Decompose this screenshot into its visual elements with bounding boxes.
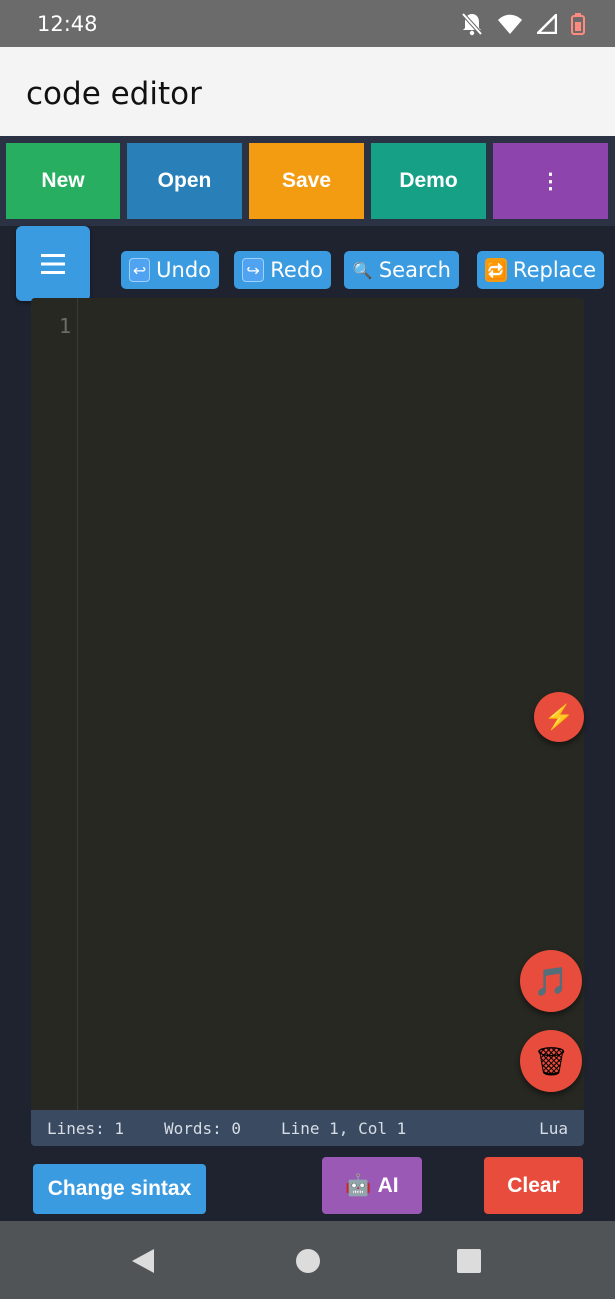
save-button[interactable]: Save [249, 143, 364, 219]
lines-count: Lines: 1 [47, 1119, 125, 1138]
notifications-off-icon [461, 12, 483, 36]
ai-button[interactable]: 🤖 AI [322, 1157, 422, 1214]
back-icon[interactable] [130, 1247, 156, 1275]
battery-icon [571, 13, 585, 35]
demo-button[interactable]: Demo [371, 143, 486, 219]
redo-label: Redo [270, 258, 323, 282]
language-label: Lua [539, 1119, 568, 1138]
redo-button[interactable]: ↪ Redo [234, 251, 331, 289]
undo-label: Undo [156, 258, 211, 282]
status-bar: 12:48 [0, 0, 615, 47]
status-icons [461, 12, 585, 36]
navigation-bar [0, 1221, 615, 1299]
delete-fab[interactable]: 🗑 [520, 1030, 582, 1092]
hamburger-icon [41, 253, 65, 274]
app-title: code editor [26, 76, 202, 112]
open-button[interactable]: Open [127, 143, 242, 219]
more-button[interactable]: ⋮ [493, 143, 608, 219]
line-number: 1 [58, 314, 71, 338]
recents-icon[interactable] [457, 1249, 481, 1273]
code-editor[interactable]: 1 [31, 298, 584, 1110]
search-button[interactable]: 🔍 Search [344, 251, 459, 289]
trash-icon: 🗑 [533, 1045, 569, 1077]
clock: 12:48 [37, 12, 98, 36]
search-icon: 🔍 [352, 260, 373, 280]
signal-icon [537, 14, 557, 34]
main-toolbar: New Open Save Demo ⋮ [0, 136, 615, 226]
change-syntax-button[interactable]: Change sintax [33, 1164, 206, 1214]
music-fab[interactable]: 🎵 [520, 950, 582, 1012]
run-fab[interactable]: ⚡ [534, 692, 584, 742]
robot-icon: 🤖 [345, 1173, 372, 1197]
replace-icon: 🔁 [485, 258, 507, 282]
app-bar: code editor [0, 47, 615, 136]
home-icon[interactable] [295, 1248, 321, 1274]
redo-icon: ↪ [242, 258, 265, 282]
cursor-position: Line 1, Col 1 [281, 1119, 407, 1138]
undo-icon: ↩ [129, 258, 151, 282]
search-label: Search [378, 258, 451, 282]
menu-button[interactable] [16, 226, 90, 301]
replace-button[interactable]: 🔁 Replace [477, 251, 604, 289]
new-button[interactable]: New [6, 143, 120, 219]
ai-label: AI [377, 1173, 399, 1197]
line-gutter: 1 [31, 298, 78, 1110]
lightning-icon: ⚡ [544, 703, 574, 731]
words-count: Words: 0 [164, 1119, 242, 1138]
editor-status-line: Lines: 1 Words: 0 Line 1, Col 1 Lua [31, 1110, 584, 1146]
music-icon: 🎵 [533, 965, 569, 997]
replace-label: Replace [512, 258, 596, 282]
wifi-icon [498, 14, 522, 34]
clear-button[interactable]: Clear [484, 1157, 583, 1214]
undo-button[interactable]: ↩ Undo [121, 251, 219, 289]
